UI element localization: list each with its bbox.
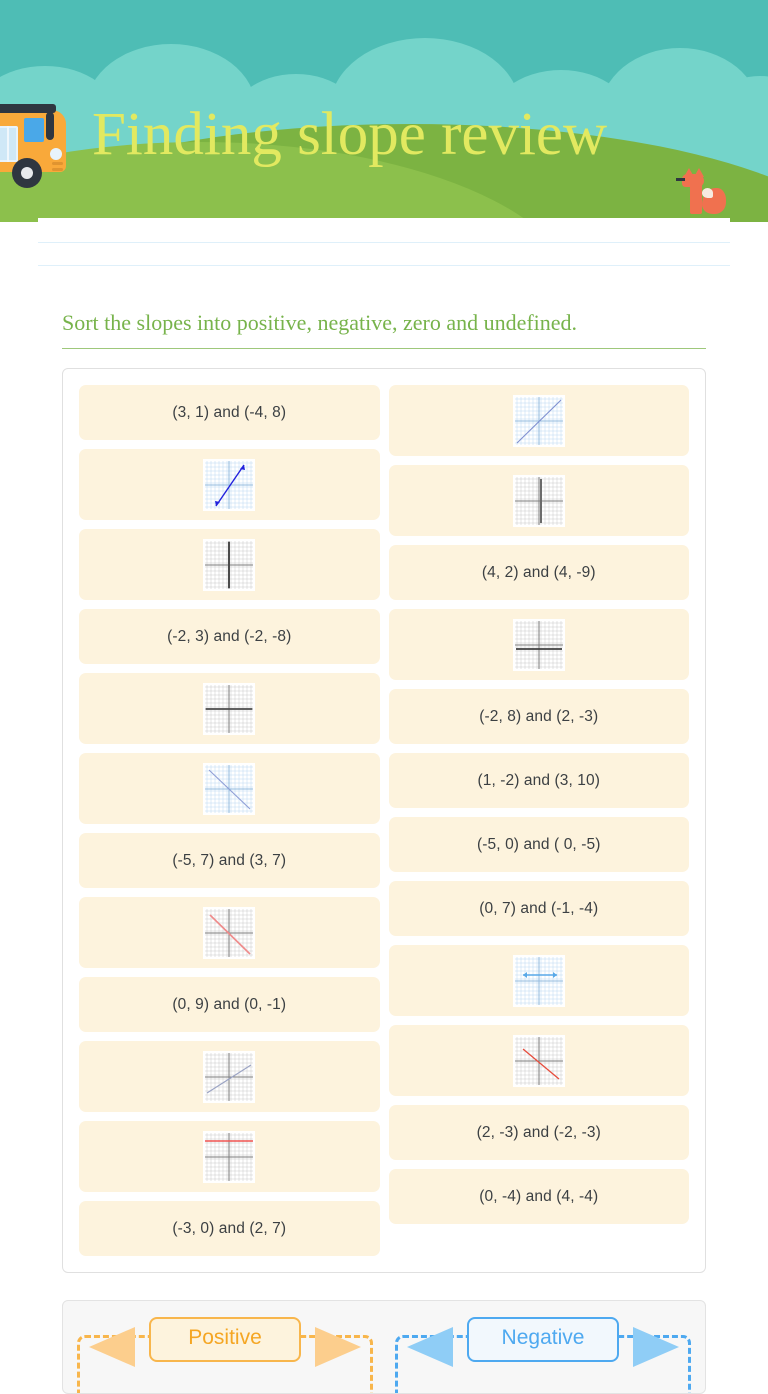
- slope-card-label: (1, -2) and (3, 10): [477, 771, 600, 789]
- ribbon-tail-left-icon: [89, 1327, 135, 1367]
- ribbon-tail-left-icon: [407, 1327, 453, 1367]
- slope-card-label: (-3, 0) and (2, 7): [172, 1219, 287, 1237]
- slope-card[interactable]: [79, 529, 380, 600]
- slope-card[interactable]: (0, -4) and (4, -4): [388, 1169, 689, 1224]
- page-header-banner: Finding slope review: [0, 0, 768, 222]
- slope-card[interactable]: (3, 1) and (-4, 8): [79, 385, 380, 440]
- bucket-label-negative: Negative: [467, 1317, 619, 1362]
- slope-card-label: (2, -3) and (-2, -3): [476, 1123, 601, 1141]
- slope-card[interactable]: (1, -2) and (3, 10): [388, 753, 689, 808]
- page-title: Finding slope review: [92, 101, 608, 168]
- slope-card[interactable]: (2, -3) and (-2, -3): [388, 1105, 689, 1160]
- bucket-label-positive: Positive: [149, 1317, 301, 1362]
- slope-card[interactable]: [388, 945, 689, 1016]
- slope-card[interactable]: (0, 9) and (0, -1): [79, 977, 380, 1032]
- slope-card[interactable]: [79, 673, 380, 744]
- graph-red-negative-steep: [512, 1034, 565, 1087]
- graph-vertical-gray-line: [512, 474, 565, 527]
- graph-positive-diagonal-blue-grid: [512, 394, 565, 447]
- slope-card[interactable]: (-5, 0) and ( 0, -5): [388, 817, 689, 872]
- slope-card[interactable]: [388, 385, 689, 456]
- sheet-divider: [38, 242, 730, 243]
- graph-horizontal-dark-line: [203, 682, 256, 735]
- slope-card-label: (0, -4) and (4, -4): [479, 1187, 599, 1205]
- slope-card[interactable]: [79, 1121, 380, 1192]
- slope-card[interactable]: (-2, 3) and (-2, -8): [79, 609, 380, 664]
- graph-steep-positive-blue-line: [203, 458, 256, 511]
- card-column-left: (3, 1) and (-4, 8) (-2, 3) and (-2, -8): [79, 385, 380, 1256]
- ribbon-tail-right-icon: [315, 1327, 361, 1367]
- bucket-positive[interactable]: Positive: [77, 1317, 373, 1393]
- graph-horizontal-line-grid: [512, 618, 565, 671]
- slope-card[interactable]: (-3, 0) and (2, 7): [79, 1201, 380, 1256]
- slope-card[interactable]: [79, 449, 380, 520]
- slope-card-label: (0, 7) and (-1, -4): [479, 899, 599, 917]
- sheet-divider: [38, 265, 730, 266]
- worksheet-instruction: Sort the slopes into positive, negative,…: [62, 310, 706, 349]
- bucket-negative[interactable]: Negative: [395, 1317, 691, 1393]
- ribbon-tail-right-icon: [633, 1327, 679, 1367]
- fox-icon: [676, 168, 732, 216]
- slope-card[interactable]: [388, 465, 689, 536]
- slope-card[interactable]: (-2, 8) and (2, -3): [388, 689, 689, 744]
- slope-card-label: (-5, 0) and ( 0, -5): [477, 835, 601, 853]
- card-grid-panel: (3, 1) and (-4, 8) (-2, 3) and (-2, -8): [62, 368, 706, 1273]
- slope-card-label: (-2, 8) and (2, -3): [479, 707, 599, 725]
- slope-card-label: (0, 9) and (0, -1): [172, 995, 287, 1013]
- graph-red-horizontal-line: [203, 1130, 256, 1183]
- worksheet-sheet: Sort the slopes into positive, negative,…: [38, 218, 730, 1394]
- card-column-right: (4, 2) and (4, -9) (-2, 8) and (2, -3) (1…: [388, 385, 689, 1256]
- slope-card[interactable]: [79, 753, 380, 824]
- graph-dark-vertical-axes: [203, 538, 256, 591]
- slope-card[interactable]: (4, 2) and (4, -9): [388, 545, 689, 600]
- slope-card-label: (4, 2) and (4, -9): [481, 563, 596, 581]
- slope-card-label: (-2, 3) and (-2, -8): [167, 627, 292, 645]
- slope-card[interactable]: [388, 609, 689, 680]
- school-bus-icon: [0, 96, 86, 192]
- slope-card[interactable]: [79, 897, 380, 968]
- slope-card[interactable]: (0, 7) and (-1, -4): [388, 881, 689, 936]
- slope-card[interactable]: [388, 1025, 689, 1096]
- graph-negative-red-line: [203, 906, 256, 959]
- graph-shallow-positive-line: [203, 1050, 256, 1103]
- slope-card[interactable]: [79, 1041, 380, 1112]
- graph-negative-blue-line: [203, 762, 256, 815]
- slope-card[interactable]: (-5, 7) and (3, 7): [79, 833, 380, 888]
- slope-card-label: (3, 1) and (-4, 8): [172, 403, 287, 421]
- graph-blue-horizontal-arrow-line: [512, 954, 565, 1007]
- slope-card-label: (-5, 7) and (3, 7): [172, 851, 287, 869]
